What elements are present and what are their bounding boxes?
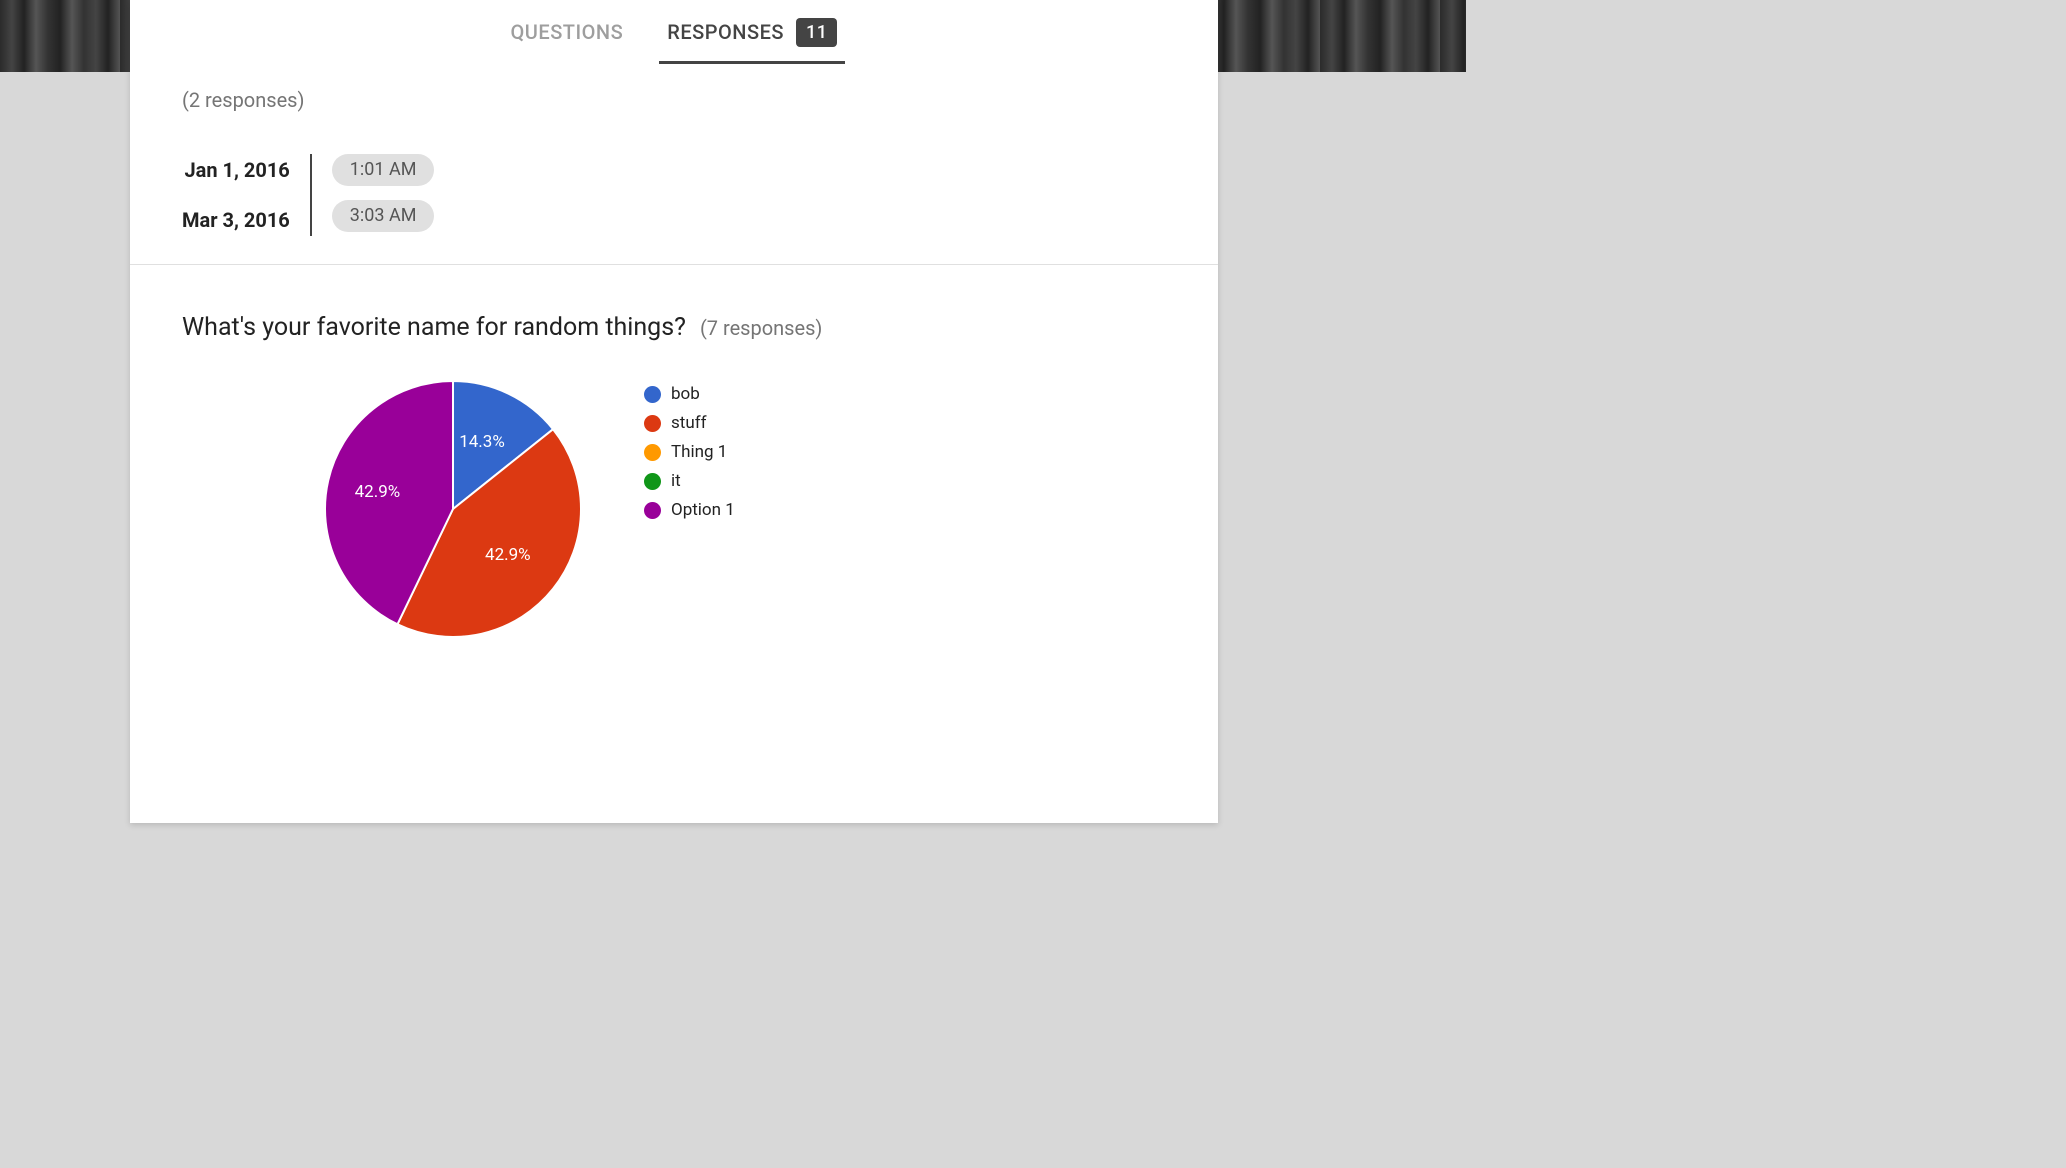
tab-questions[interactable]: QUESTIONS (511, 0, 624, 64)
legend-item[interactable]: bob (644, 384, 735, 404)
dates-column: Jan 1, 2016 Mar 3, 2016 (182, 154, 310, 236)
time-chip[interactable]: 3:03 AM (332, 200, 435, 232)
responses-card: QUESTIONS RESPONSES 11 (2 responses) Jan… (130, 0, 1218, 823)
time-chip[interactable]: 1:01 AM (332, 154, 435, 186)
legend-label: bob (671, 384, 700, 404)
datetime-responses-count: (2 responses) (182, 88, 1166, 112)
tab-questions-label: QUESTIONS (511, 20, 624, 44)
chart-legend: bob stuff Thing 1 it Option 1 (644, 378, 735, 520)
legend-item[interactable]: stuff (644, 413, 735, 433)
pie-slice-label: 14.3% (459, 432, 505, 452)
datetime-summary-section: (2 responses) Jan 1, 2016 Mar 3, 2016 1:… (130, 64, 1218, 264)
question-header: What's your favorite name for random thi… (182, 313, 1166, 342)
chart-row: 14.3% 42.9% 42.9% bob stuff Thing 1 it Option … (182, 378, 1166, 640)
datetime-rows: Jan 1, 2016 Mar 3, 2016 1:01 AM 3:03 AM (182, 154, 1166, 236)
date-label: Mar 3, 2016 (182, 204, 290, 236)
question-title: What's your favorite name for random thi… (182, 313, 686, 342)
pie-chart-section: What's your favorite name for random thi… (130, 265, 1218, 660)
pie-slice-label: 42.9% (485, 545, 531, 565)
legend-swatch (644, 444, 661, 461)
date-label: Jan 1, 2016 (184, 154, 289, 186)
pie-svg (322, 378, 584, 640)
legend-swatch (644, 473, 661, 490)
legend-label: Thing 1 (671, 442, 727, 462)
pie-chart: 14.3% 42.9% 42.9% (322, 378, 584, 640)
legend-item[interactable]: Option 1 (644, 500, 735, 520)
legend-swatch (644, 415, 661, 432)
legend-swatch (644, 502, 661, 519)
legend-label: stuff (671, 413, 707, 433)
pie-slice-label: 42.9% (355, 482, 401, 502)
legend-item[interactable]: it (644, 471, 735, 491)
tabs: QUESTIONS RESPONSES 11 (130, 0, 1218, 64)
legend-label: Option 1 (671, 500, 735, 520)
legend-swatch (644, 386, 661, 403)
responses-count-badge: 11 (796, 18, 837, 47)
legend-label: it (671, 471, 681, 491)
times-column: 1:01 AM 3:03 AM (312, 154, 435, 236)
question-responses-count: (7 responses) (700, 316, 822, 340)
legend-item[interactable]: Thing 1 (644, 442, 735, 462)
tab-responses[interactable]: RESPONSES 11 (667, 0, 837, 64)
tab-responses-label: RESPONSES (667, 20, 784, 44)
